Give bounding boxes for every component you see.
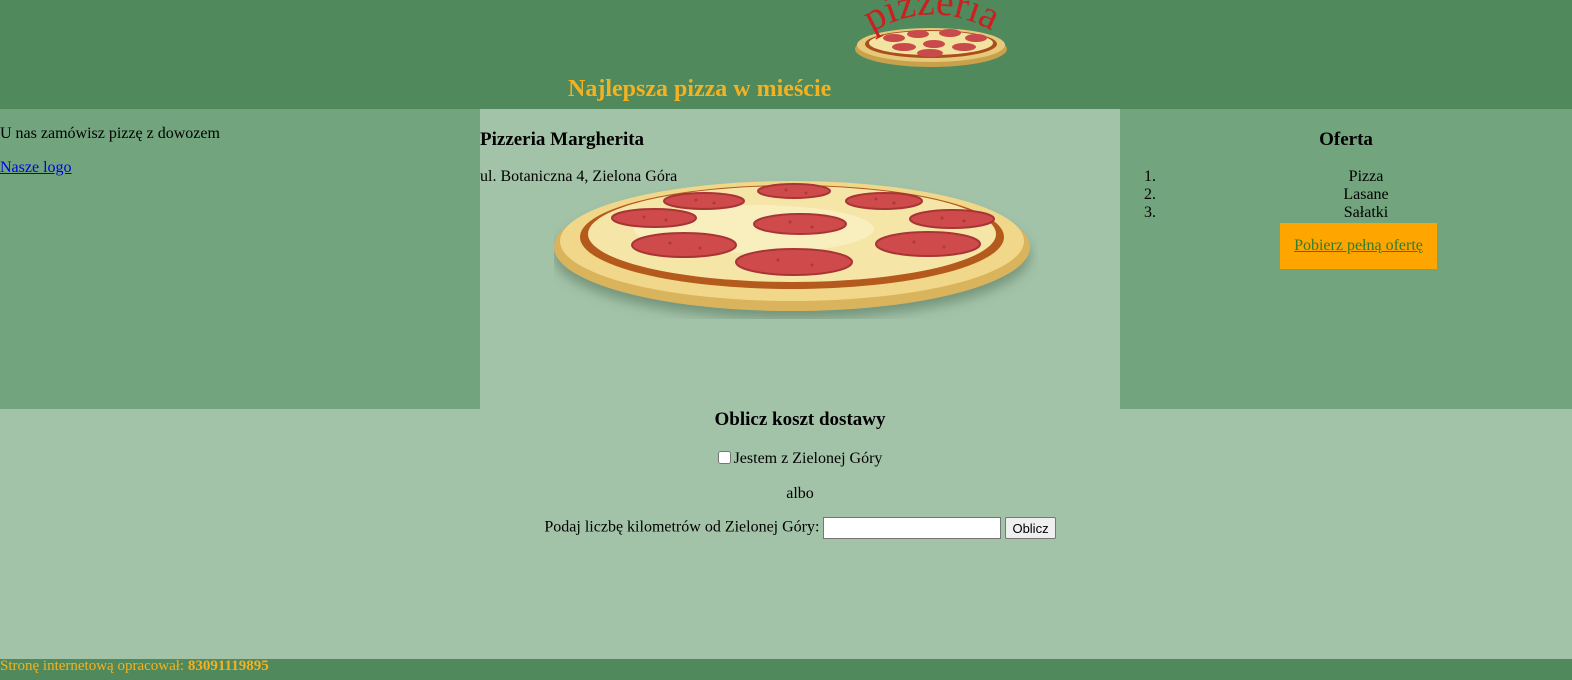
calc-title: Oblicz koszt dostawy [714,409,886,430]
pizzeria-name: Pizzeria Margherita [480,129,645,150]
offer-item: Pizza [1160,168,1572,186]
left-panel: U nas zamówisz pizzę z dowozem Nasze log… [0,109,480,409]
delivery-intro: U nas zamówisz pizzę z dowozem [0,125,220,142]
page-heading: Najlepsza pizza w mieście [568,76,832,102]
offer-panel: Oferta Pizza Lasane Sałatki Pobierz pełn… [1120,109,1572,409]
pizzeria-logo: pizzeria [855,0,1008,67]
pizzeria-address: ul. Botaniczna 4, Zielona Góra [480,168,678,185]
logo-link[interactable]: Nasze logo [0,159,72,176]
zielona-gora-checkbox[interactable] [717,451,731,464]
author-id: 83091119895 [187,658,269,674]
footer-text: Stronę internetową opracował: [0,658,188,674]
checkbox-label: Jestem z Zielonej Góry [733,450,883,467]
header: pizzeria Najlepsza pizza w mieście [0,0,1572,109]
download-offer-box: Pobierz pełną ofertę [1280,223,1437,269]
offer-item: Sałatki [1160,204,1572,222]
calculate-button[interactable]: Oblicz [1005,517,1056,539]
pizza-image [554,181,1030,311]
offer-list: Pizza Lasane Sałatki [1120,168,1572,222]
download-offer-link[interactable]: Pobierz pełną ofertę [1294,237,1423,255]
offer-item: Lasane [1160,186,1572,204]
offer-title: Oferta [1319,129,1373,150]
km-label: Podaj liczbę kilometrów od Zielonej Góry… [544,518,820,536]
or-text: albo [786,485,814,502]
km-input[interactable] [823,517,1002,539]
center-panel: Pizzeria Margherita ul. Botaniczna 4, Zi… [480,109,1120,409]
footer: Stronę internetową opracował: 8309111989… [0,659,1572,680]
